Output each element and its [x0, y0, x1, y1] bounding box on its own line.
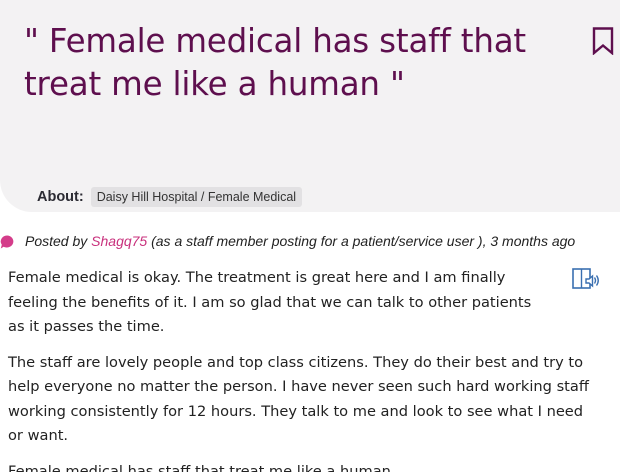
post-time: , 3 months ago	[482, 233, 576, 249]
story-paragraph: Female medical has staff that treat me l…	[8, 462, 396, 472]
speech-bubble-icon	[0, 235, 14, 249]
story-title: " Female medical has staff that treat me…	[24, 20, 554, 106]
post-meta-text: Posted by Shagq75 (as a staff member pos…	[25, 233, 575, 249]
title-open-quote: "	[24, 22, 39, 60]
post-meta: Posted by Shagq75 (as a staff member pos…	[0, 233, 620, 253]
bookmark-icon[interactable]	[592, 27, 614, 55]
author-role: (as a staff member posting for a patient…	[151, 233, 483, 249]
story-paragraph: The staff are lovely people and top clas…	[8, 353, 589, 445]
author-link[interactable]: Shagq75	[91, 233, 147, 249]
posted-by-label: Posted by	[25, 233, 88, 249]
story-page: " Female medical has staff that treat me…	[0, 0, 620, 472]
about-service-tag[interactable]: Daisy Hill Hospital / Female Medical	[90, 187, 303, 207]
about-label: About:	[37, 189, 84, 205]
story-paragraph: Female medical is okay. The treatment is…	[8, 269, 532, 335]
about-row: About: Daisy Hill Hospital / Female Medi…	[37, 186, 303, 208]
title-close-quote: "	[389, 65, 405, 103]
story-title-text: Female medical has staff that treat me l…	[24, 22, 526, 103]
story-body: Female medical is okay. The treatment is…	[8, 266, 598, 472]
